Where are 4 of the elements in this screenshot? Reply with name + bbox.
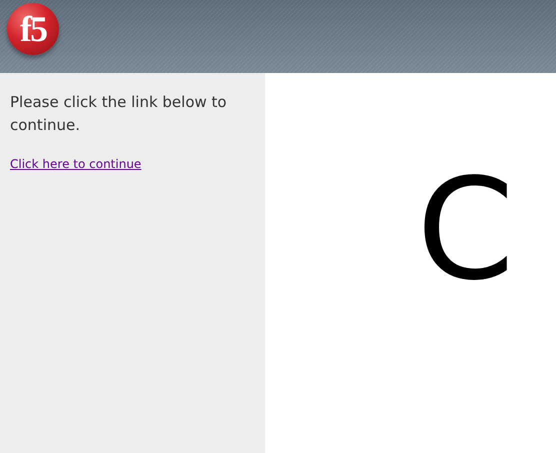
continue-link[interactable]: Click here to continue [10,157,142,171]
logo: f5 [7,3,59,55]
large-letter: C [416,161,514,301]
instruction-text: Please click the link below to continue. [10,92,228,136]
